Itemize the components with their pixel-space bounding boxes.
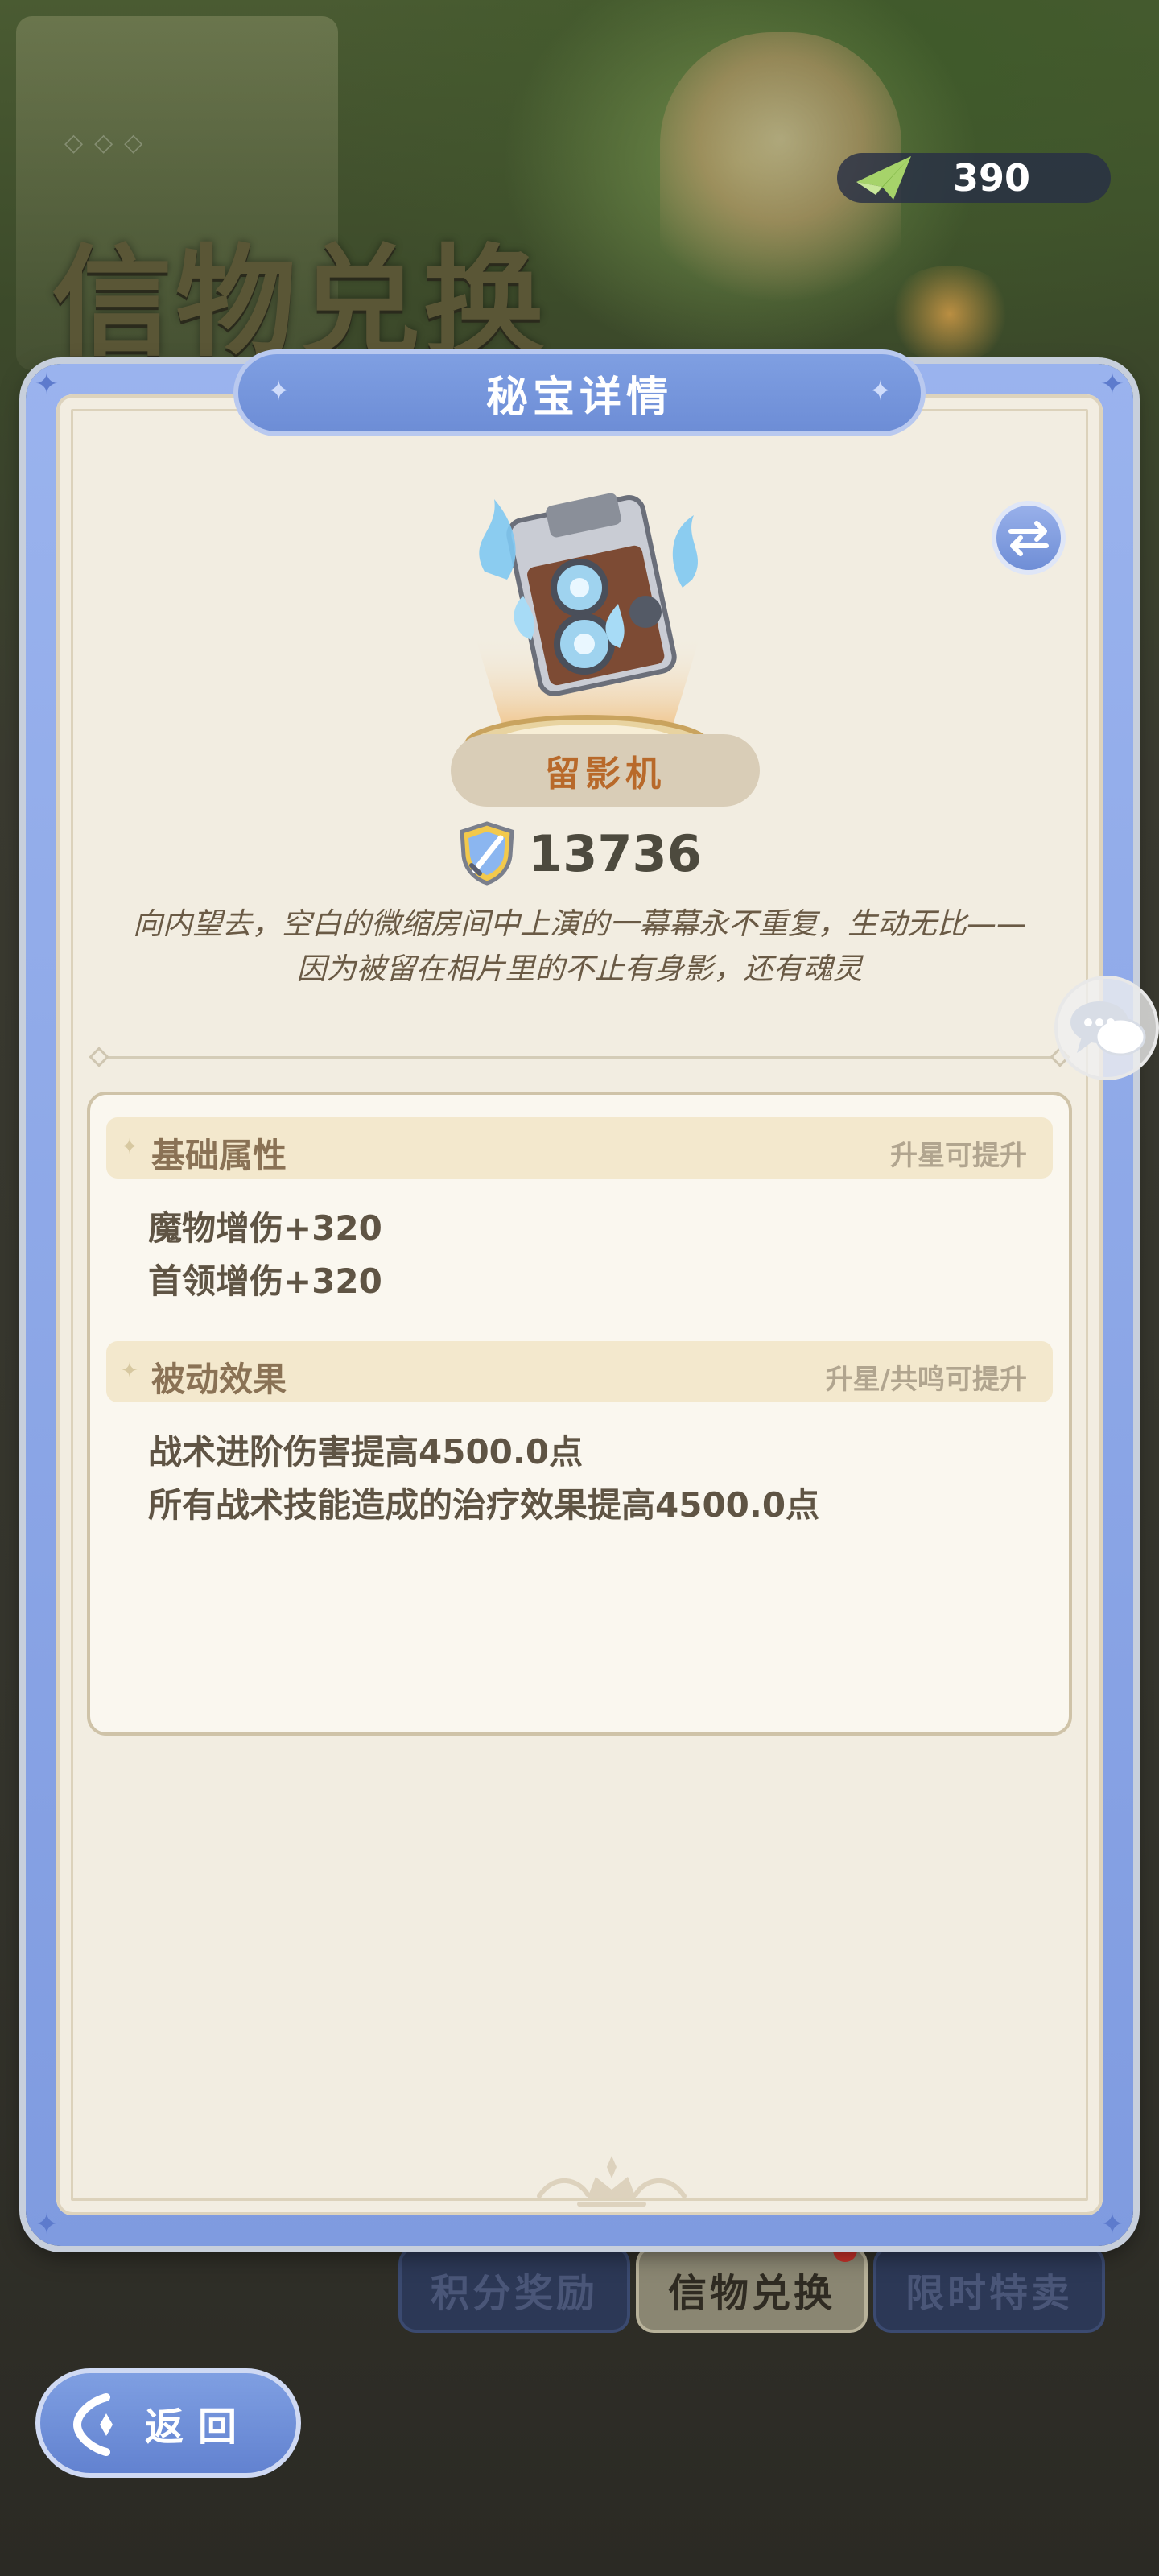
section-divider — [89, 1046, 1070, 1067]
swap-arrows-icon — [1008, 521, 1049, 556]
stat-line: 魔物增伤+320 — [148, 1208, 382, 1248]
tab-points-reward[interactable]: 积分奖励 — [398, 2246, 630, 2333]
modal-header: ✦ 秘宝详情 ✦ — [233, 349, 926, 436]
tab-limited-sale[interactable]: 限时特卖 — [873, 2246, 1105, 2333]
sparkle-icon: ✦ — [121, 1359, 138, 1383]
back-label: 返回 — [145, 2405, 252, 2450]
relic-detail-modal: 留影机 13736 向内望去，空白的微缩房间中上演的一幕幕永不重复，生动无比——… — [26, 349, 1133, 2246]
shield-sword-icon — [460, 821, 514, 886]
stat-line: 首领增伤+320 — [148, 1261, 382, 1301]
stats-panel: ✦ 基础属性 升星可提升 魔物增伤+320 首领增伤+320 ✦ 被动效果 升星… — [87, 1092, 1072, 1736]
power-row: 13736 — [56, 817, 1103, 890]
tab-token-exchange[interactable]: 信物兑换 — [636, 2246, 868, 2333]
power-value: 13736 — [528, 824, 702, 883]
item-description: 向内望去，空白的微缩房间中上演的一幕幕永不重复，生动无比——因为被留在相片里的不… — [133, 906, 1026, 986]
swap-button[interactable] — [992, 501, 1066, 575]
divider-diamond-icon — [89, 1046, 109, 1067]
corner-sparkle-icon: ✦ — [1099, 2208, 1125, 2241]
modal-panel: 留影机 13736 向内望去，空白的微缩房间中上演的一幕幕永不重复，生动无比——… — [56, 394, 1103, 2215]
passive-effects-header: ✦ 被动效果 升星/共鸣可提升 — [106, 1341, 1053, 1402]
sparkle-icon: ✦ — [868, 375, 893, 407]
section-title: 被动效果 — [151, 1360, 287, 1399]
chat-button[interactable] — [1054, 976, 1159, 1080]
background-pet — [885, 266, 1014, 362]
crown-ornament-icon — [537, 2156, 687, 2207]
corner-sparkle-icon: ✦ — [34, 2208, 60, 2241]
banner-diamond-icons: ◇◇◇ — [64, 129, 155, 157]
currency-value: 390 — [952, 156, 1030, 200]
corner-sparkle-icon: ✦ — [1099, 368, 1125, 401]
sparkle-icon: ✦ — [121, 1135, 138, 1159]
corner-sparkle-icon: ✦ — [34, 368, 60, 401]
section-note: 升星可提升 — [890, 1140, 1027, 1172]
stat-line: 战术进阶伤害提高4500.0点 — [148, 1432, 584, 1472]
chat-bubbles-icon — [1070, 1001, 1146, 1056]
item-name: 留影机 — [545, 753, 666, 795]
section-title: 基础属性 — [151, 1136, 287, 1175]
item-name-plate: 留影机 — [451, 734, 760, 807]
stat-line: 所有战术技能造成的治疗效果提高4500.0点 — [148, 1485, 820, 1525]
currency-chip: 390 — [837, 153, 1111, 203]
basic-attributes-header: ✦ 基础属性 升星可提升 — [106, 1117, 1053, 1179]
back-button[interactable]: 返回 — [35, 2368, 301, 2478]
back-arrow-icon — [72, 2393, 113, 2456]
bottom-tab-bar: 积分奖励 信物兑换 限时特卖 — [398, 2238, 1107, 2334]
paper-plane-icon — [856, 156, 911, 200]
sparkle-icon: ✦ — [267, 375, 291, 407]
section-note: 升星/共鸣可提升 — [825, 1364, 1027, 1396]
modal-title: 秘宝详情 — [485, 373, 673, 422]
